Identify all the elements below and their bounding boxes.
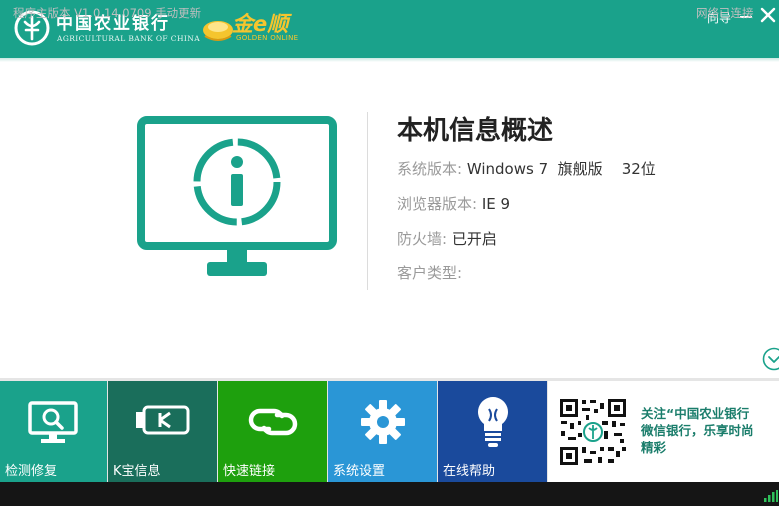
lightbulb-icon <box>478 397 508 447</box>
version-label: 程序主版本 V1.0.14.0709 <box>13 6 152 20</box>
tile-label: 快速链接 <box>223 464 276 479</box>
tile-system-settings[interactable]: 系统设置 <box>328 381 437 482</box>
title-bar-shadow <box>0 58 779 62</box>
promo-line-2: 微信银行，乐享时尚 <box>641 423 754 438</box>
customer-type-label: 客户类型: <box>397 264 463 282</box>
status-bar <box>0 482 779 506</box>
promo-line-1: 关注“中国农业银行 <box>641 406 750 421</box>
tile-label: K宝信息 <box>113 464 161 479</box>
gear-icon <box>361 400 405 444</box>
browser-version-label: 浏览器版本: <box>397 195 478 213</box>
tile-label: 检测修复 <box>5 464 58 479</box>
monitor-search-icon <box>28 401 78 443</box>
signal-strength-icon <box>764 490 778 502</box>
os-version-value: Windows 7 旗舰版 32位 <box>466 160 656 178</box>
bank-name-en: AGRICULTURAL BANK OF CHINA <box>57 34 201 43</box>
product-name-en: GOLDEN ONLINE <box>236 34 299 42</box>
wechat-promo[interactable]: 关注“中国农业银行 微信银行，乐享时尚 精彩 <box>548 381 779 482</box>
os-version-label: 系统版本: <box>397 160 463 178</box>
promo-text: 关注“中国农业银行 微信银行，乐享时尚 精彩 <box>641 405 754 456</box>
link-icon <box>248 408 298 436</box>
version-info: 程序主版本 V1.0.14.0709 手动更新 <box>13 5 201 21</box>
manual-update-link[interactable]: 手动更新 <box>155 6 201 20</box>
usb-key-icon <box>136 405 190 435</box>
network-status: 网络已连接 <box>696 6 754 20</box>
tile-label: 系统设置 <box>333 464 386 479</box>
browser-version-value: IE 9 <box>481 195 511 213</box>
customer-type-row: 客户类型: <box>397 262 462 283</box>
os-version-row: 系统版本: Windows 7 旗舰版 32位 <box>397 158 656 179</box>
promo-line-3: 精彩 <box>641 440 667 455</box>
tile-quick-links[interactable]: 快速链接 <box>218 381 327 482</box>
tile-detect-repair[interactable]: 检测修复 <box>0 381 107 482</box>
firewall-label: 防火墙: <box>397 230 448 248</box>
info-divider <box>367 112 368 290</box>
qr-code-icon <box>558 397 628 467</box>
tile-kbao-info[interactable]: K宝信息 <box>108 381 217 482</box>
firewall-row: 防火墙: 已开启 <box>397 228 497 249</box>
tile-online-help[interactable]: 在线帮助 <box>438 381 547 482</box>
browser-version-row: 浏览器版本: IE 9 <box>397 193 510 214</box>
firewall-value: 已开启 <box>451 230 497 248</box>
info-title: 本机信息概述 <box>397 116 554 146</box>
info-monitor-icon <box>137 116 337 276</box>
tile-label: 在线帮助 <box>443 464 496 479</box>
close-icon[interactable] <box>760 6 776 24</box>
chevron-down-icon[interactable] <box>762 347 779 371</box>
